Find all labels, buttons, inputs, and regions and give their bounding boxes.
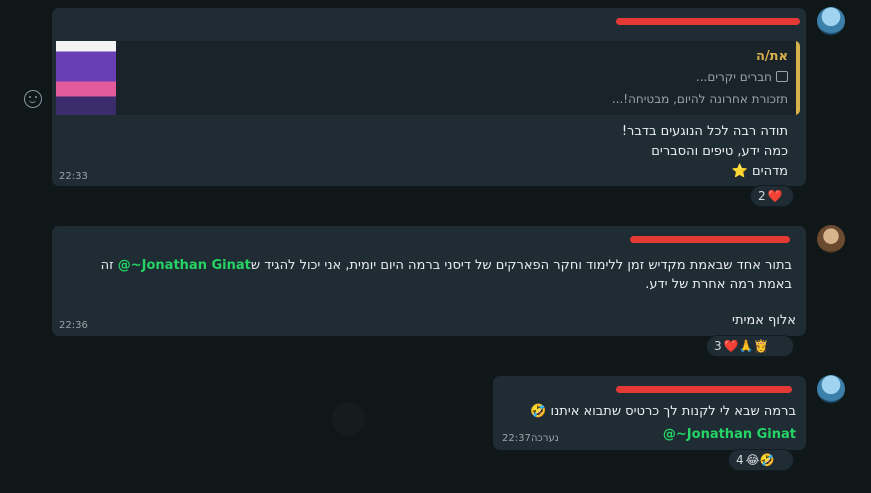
message-text: בתור אחד שבאמת מקדיש זמן ללימוד וחקר הפא…	[100, 258, 792, 273]
message-time: 22:33	[59, 171, 88, 182]
quoted-message[interactable]: את/ה חברים יקרים... תזכורת אחרונה להיום,…	[112, 41, 800, 115]
sender-avatar[interactable]	[817, 375, 845, 403]
quote-line: חברים יקרים...	[696, 70, 788, 84]
sender-avatar[interactable]	[817, 7, 845, 35]
message-bubble[interactable]: את/ה חברים יקרים... תזכורת אחרונה להיום,…	[52, 8, 806, 186]
reaction-emojis: ❤️	[767, 189, 783, 203]
image-icon	[776, 71, 788, 82]
mention-link[interactable]: @~Jonathan Ginat	[663, 425, 796, 444]
reactions-badge[interactable]: 2 ❤️	[750, 185, 794, 207]
sender-avatar[interactable]	[817, 225, 845, 253]
message-text: אלוף אמיתי	[732, 313, 796, 328]
message-time: 22:37	[502, 433, 531, 444]
quote-accent-bar	[796, 41, 800, 115]
reaction-count: 2	[758, 189, 766, 203]
redacted-sender-name	[630, 236, 790, 243]
message-text: באמת רמה אחרת של ידע.	[645, 277, 792, 292]
reactions-badge[interactable]: 3 ❤️🙏👸	[706, 335, 794, 357]
reaction-emojis: ❤️🙏👸	[723, 339, 769, 353]
reactions-badge[interactable]: 4 😂🤣	[728, 449, 794, 471]
message-bubble[interactable]: בתור אחד שבאמת מקדיש זמן ללימוד וחקר הפא…	[52, 226, 806, 336]
quote-thumbnail[interactable]	[56, 41, 116, 115]
quote-line: תזכורת אחרונה להיום, מבטיחה!...	[611, 92, 788, 106]
message-text: תודה רבה לכל הנוגעים בדבר! כמה ידע, טיפי…	[621, 124, 788, 179]
reaction-count: 3	[714, 339, 722, 353]
redacted-sender-name	[616, 386, 792, 393]
reaction-emojis: 😂🤣	[745, 453, 775, 467]
quote-author: את/ה	[755, 49, 788, 64]
emoji-icon[interactable]	[24, 90, 42, 108]
reaction-count: 4	[736, 453, 744, 467]
mention-link[interactable]: @~Jonathan Ginat	[118, 258, 251, 273]
edited-label: נערכה	[531, 433, 559, 444]
redacted-sender-name	[616, 18, 800, 25]
message-time: 22:36	[59, 320, 88, 331]
message-bubble[interactable]: ברמה שבא לי לקנות לך כרטיס שתבוא איתנו 🤣…	[493, 376, 806, 450]
message-text: ברמה שבא לי לקנות לך כרטיס שתבוא איתנו 🤣	[530, 404, 796, 419]
